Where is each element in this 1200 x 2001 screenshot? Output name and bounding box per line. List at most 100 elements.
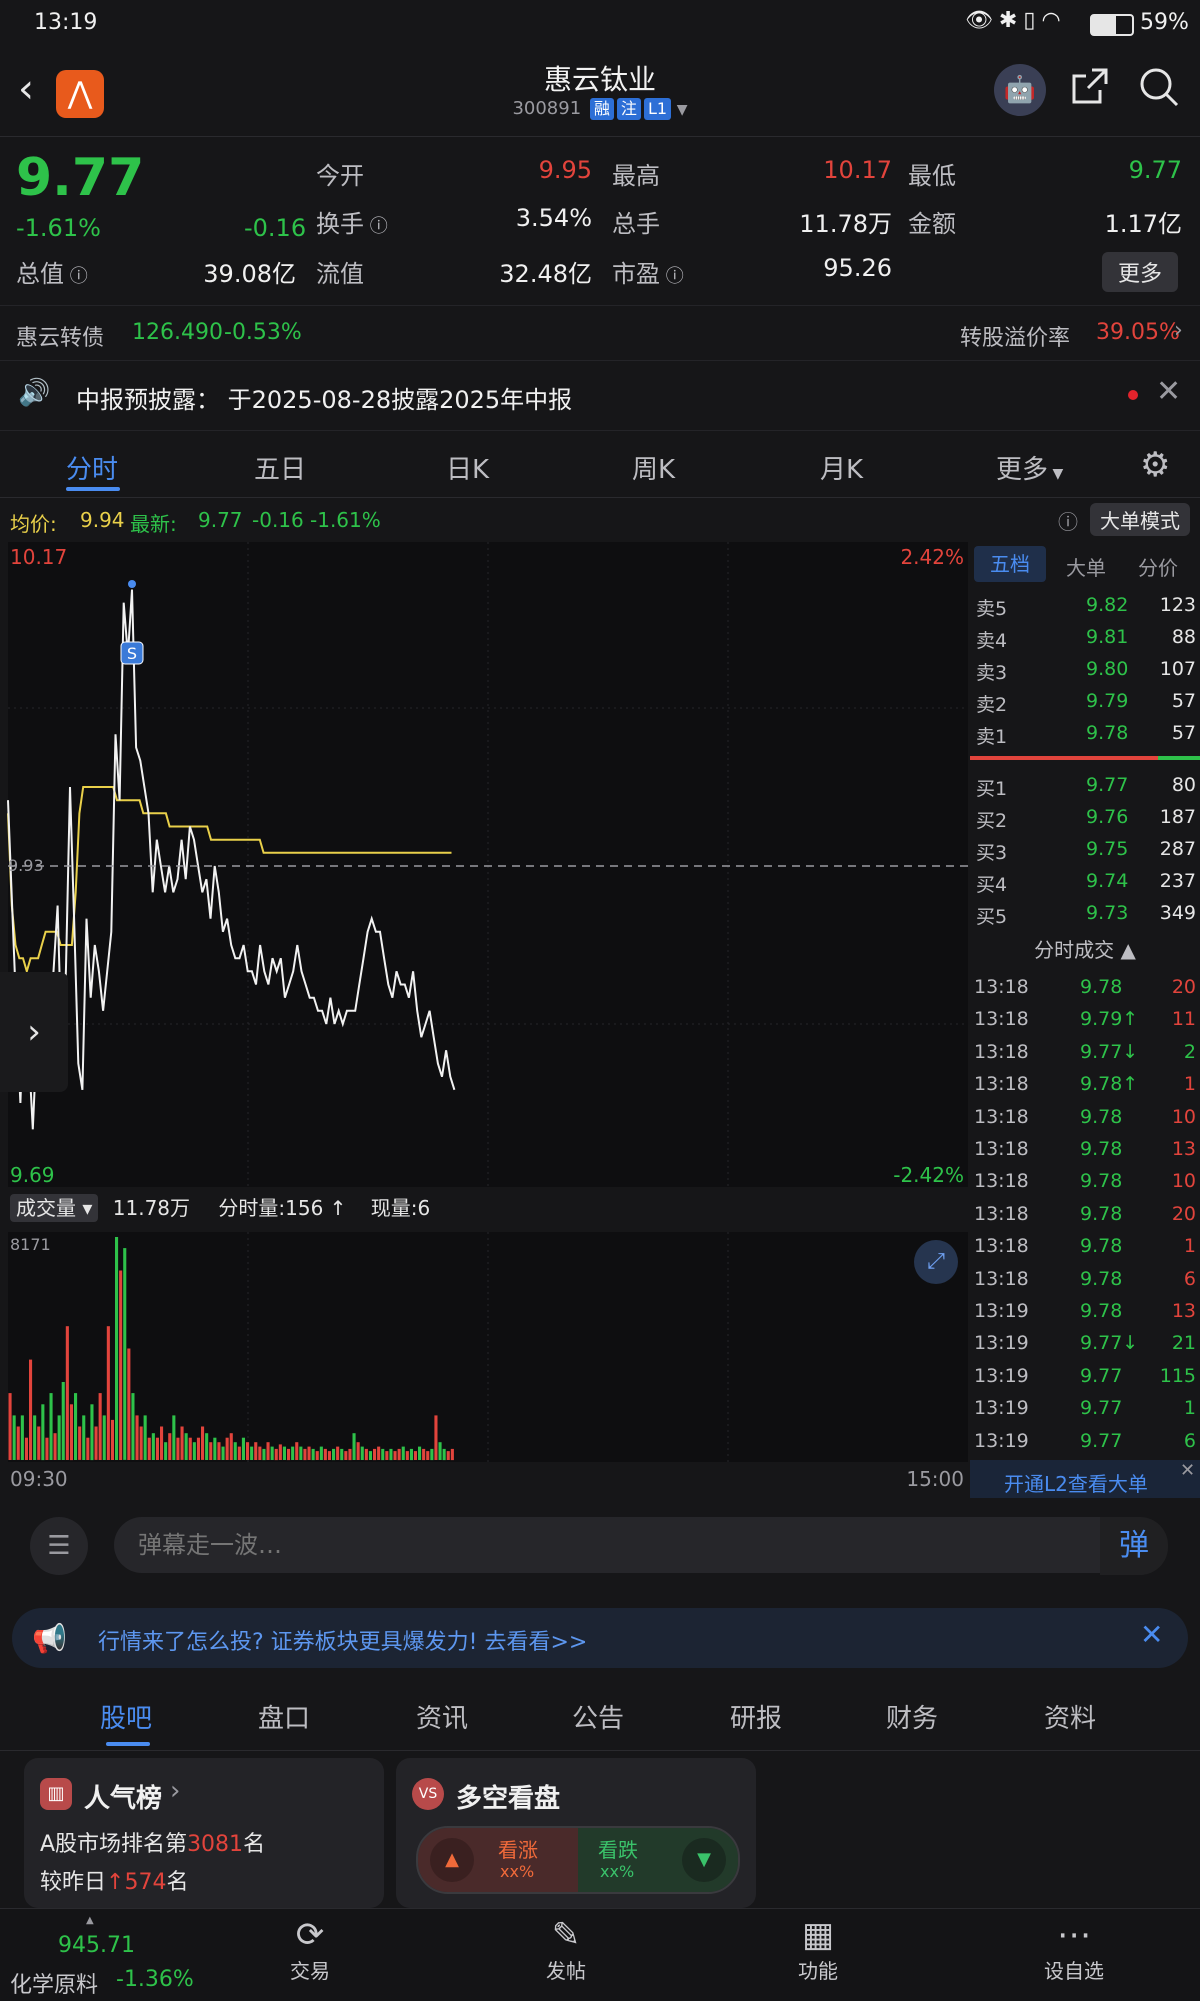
chart-tabs: 分时 五日 日K 周K 月K 更多 ▼ ⚙ [0,431,1200,498]
nav-add-watchlist[interactable]: ⋯ 设自选 [1014,1915,1134,1984]
tab-intraday[interactable]: 分时 [66,449,118,486]
arrow-up-icon: ↑ [323,1196,347,1220]
bid-level: 买3 [976,842,1008,864]
volume-bar [115,1237,119,1460]
share-icon[interactable] [1070,66,1110,106]
danmu-send-button[interactable]: 弹 [1100,1517,1168,1575]
nav-post[interactable]: ✎ 发帖 [506,1915,626,1984]
tab-announcements[interactable]: 公告 [572,1698,624,1735]
tab-profile[interactable]: 资料 [1044,1698,1096,1735]
bid-price: 9.73 [1086,902,1129,924]
bull-side[interactable]: ▲ 看涨 xx% [418,1828,578,1892]
index-name: 化学原料 [10,1973,99,1998]
volume-bar [250,1446,254,1460]
l2-link[interactable]: 开通L2查看大单 [1004,1468,1148,1497]
tab-weekly[interactable]: 周K [632,449,675,486]
volume-bar [266,1442,270,1460]
more-button[interactable]: 更多 [1102,252,1179,292]
volume-bar [446,1451,450,1460]
intraday-chart[interactable]: 10.17 9.69 9.93 2.42% -2.42% 8171 09:30 … [0,542,970,1502]
bid-volume: 349 [1159,902,1196,924]
robot-assistant-icon[interactable]: 🤖 [994,64,1046,116]
tick-volume: 10 [1171,1105,1196,1128]
tick-row: 13:18 9.78 1 [970,1231,1200,1263]
volume-bar [209,1442,213,1460]
popularity-card[interactable]: ▥ 人气榜 › A股市场排名第3081名 较昨日↑574名 [24,1758,384,1908]
tab-five-day[interactable]: 五日 [254,449,306,486]
search-icon[interactable] [1138,66,1180,108]
volume-bar [352,1433,356,1460]
tick-volume: 13 [1171,1300,1196,1322]
volume-bar [368,1451,372,1460]
tick-price: 9.78 [1080,1235,1123,1258]
volume-bar [278,1444,282,1460]
side-expand-arrow-icon[interactable]: › [0,972,68,1092]
volume-bar [418,1446,422,1460]
tab-big-order[interactable]: 大单 [1066,552,1106,581]
chevron-down-icon[interactable]: ▼ [677,102,688,118]
help-icon[interactable]: ⓘ [1058,506,1078,535]
danmu-input[interactable] [114,1517,1152,1573]
danmu-settings-icon[interactable]: ☰ [30,1517,88,1575]
volume-bar [401,1446,405,1460]
rank-value: 3081 [187,1832,244,1857]
volume-bar [205,1433,209,1460]
l2-promo[interactable]: 开通L2查看大单 ✕ [970,1460,1200,1498]
volume-bar [94,1426,98,1460]
tick-volume: 20 [1171,976,1196,998]
volume-bar [373,1448,377,1461]
promo-banner[interactable]: 📢 行情来了怎么投? 证券板块更具爆发力! 去看看>> ✕ [12,1608,1188,1668]
bid-price: 9.74 [1086,870,1129,892]
current-price: 9.77 [16,148,145,208]
tick-row: 13:18 9.78 20 [970,972,1200,1004]
ask-level: 卖3 [976,662,1008,684]
bid-row: 买5 9.73 349 [970,898,1200,930]
volume-bar [405,1451,409,1460]
tab-more[interactable]: 更多 ▼ [996,449,1063,486]
nav-functions[interactable]: ▦ 功能 [758,1915,878,1984]
volume-bar [176,1437,180,1460]
convertible-bond-row[interactable]: 惠云转债 126.490 -0.53% 转股溢价率 39.05% › [0,305,1200,361]
settings-icon[interactable]: ⚙ [1140,445,1170,485]
nav-trade[interactable]: ⟳ 交易 [250,1915,370,1984]
bottom-nav: ▲ 945.71 化学原料 -1.36% ⟳ 交易 ✎ 发帖 ▦ 功能 ⋯ 设自… [0,1908,1200,2001]
close-icon[interactable]: ✕ [1140,1618,1163,1651]
close-icon[interactable]: ✕ [1156,374,1181,409]
info-icon[interactable]: ⓘ [64,266,88,287]
volume-dropdown[interactable]: 成交量 ▾ [10,1194,99,1222]
volume-bar [168,1433,172,1460]
report-notice[interactable]: 🔊 中报预披露： 于2025-08-28披露2025年中报 ✕ [0,360,1200,431]
bond-price: 126.490 [132,320,223,345]
tab-five-level[interactable]: 五档 [974,546,1046,582]
close-icon[interactable]: ✕ [1180,1460,1195,1481]
latest-label: 最新: [130,512,177,536]
tab-finance[interactable]: 财务 [886,1698,938,1735]
tab-monthly[interactable]: 月K [820,449,863,486]
expand-icon[interactable]: ⤢ [914,1240,958,1284]
tab-daily[interactable]: 日K [446,449,489,486]
tab-handicap[interactable]: 盘口 [258,1698,310,1735]
info-icon[interactable]: ⓘ [660,266,684,287]
long-short-card[interactable]: VS 多空看盘 ▲ 看涨 xx% 看跌 xx% ▼ [396,1758,756,1908]
index-change: -1.36% [116,1967,194,1992]
bear-side[interactable]: 看跌 xx% ▼ [578,1828,738,1892]
x-start-label: 09:30 [10,1467,68,1491]
tick-price: 9.78 [1080,1202,1123,1225]
ask-level: 卖5 [976,598,1008,620]
volume-header: 成交量 ▾ 11.78万 分时量:156 ↑ 现量:6 [10,1192,430,1224]
tab-news[interactable]: 资讯 [416,1698,468,1735]
big-order-mode-button[interactable]: 大单模式 [1090,503,1190,536]
tab-research[interactable]: 研报 [730,1698,782,1735]
ask-row: 卖4 9.81 88 [970,622,1200,654]
info-icon[interactable]: ⓘ [364,216,388,237]
tick-time: 13:19 [974,1332,1029,1355]
bull-label: 看涨 [498,1838,538,1862]
industry-index[interactable]: ▲ 945.71 化学原料 -1.36% [0,1913,200,1998]
tick-time: 13:18 [974,1040,1029,1063]
volume-bar [327,1451,331,1460]
bid-price: 9.75 [1086,838,1129,860]
tab-price-dist[interactable]: 分价 [1138,552,1178,581]
volume-bar [143,1415,147,1460]
tab-forum[interactable]: 股吧 [100,1698,152,1735]
ticks-header[interactable]: 分时成交 ▲ [970,934,1200,970]
